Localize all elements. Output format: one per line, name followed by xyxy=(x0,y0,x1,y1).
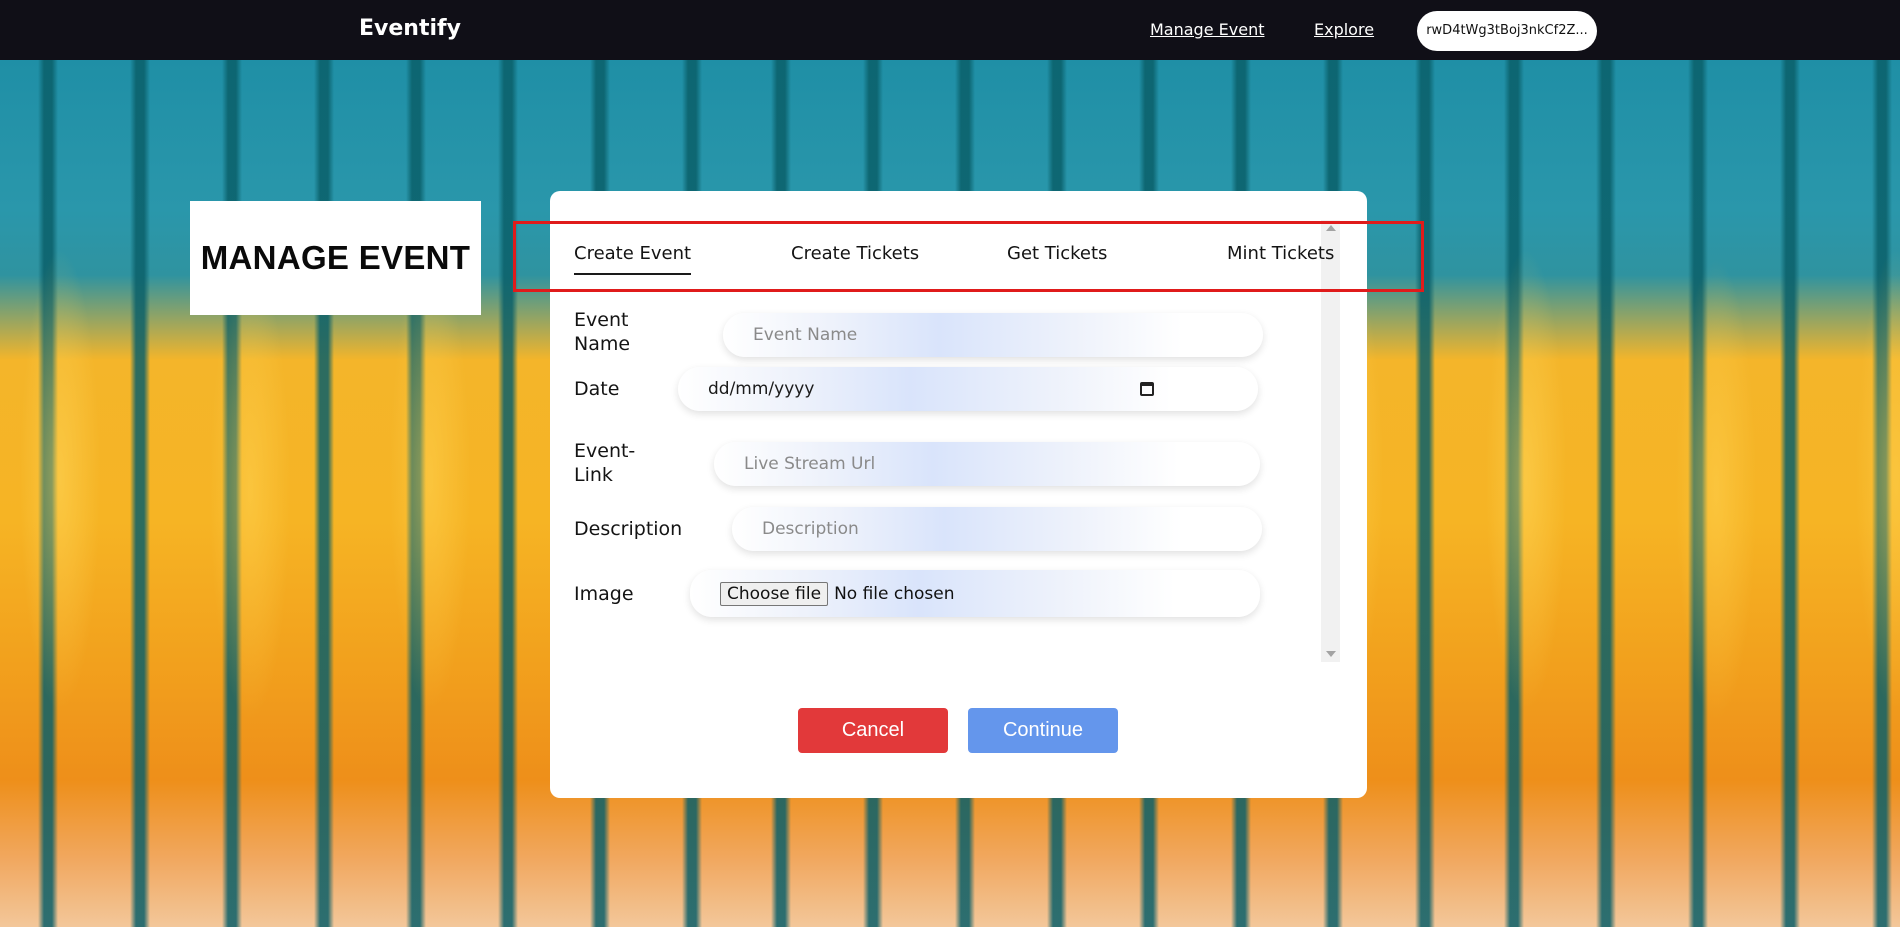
nav-link-manage-event[interactable]: Manage Event xyxy=(1150,20,1264,39)
card-scrollbar[interactable] xyxy=(1321,220,1340,662)
page-title: MANAGE EVENT xyxy=(200,239,471,276)
tab-bar: Create Event Create Tickets Get Tickets … xyxy=(574,243,1334,293)
page-title-box: MANAGE EVENT xyxy=(190,201,481,315)
description-input[interactable] xyxy=(732,507,1262,551)
continue-button[interactable]: Continue xyxy=(968,708,1118,753)
image-file-input: Choose file No file chosen xyxy=(690,570,1260,617)
background-tile xyxy=(1466,60,1900,927)
date-value: dd/mm/yyyy xyxy=(708,379,815,399)
description-label: Description xyxy=(574,518,683,540)
file-status-text: No file chosen xyxy=(834,583,955,604)
event-link-label: Event-Link xyxy=(574,440,636,486)
manage-event-card: Create Event Create Tickets Get Tickets … xyxy=(550,191,1367,798)
scroll-down-arrow-icon[interactable] xyxy=(1326,651,1336,657)
brand-logo[interactable]: Eventify xyxy=(359,16,461,41)
top-navbar: Eventify Manage Event Explore rwD4tWg3tB… xyxy=(0,0,1900,60)
event-name-label: Event Name xyxy=(574,309,631,355)
choose-file-button[interactable]: Choose file xyxy=(720,581,829,606)
wallet-address-button[interactable]: rwD4tWg3tBoj3nkCf2Z... xyxy=(1417,11,1597,51)
image-label: Image xyxy=(574,583,634,605)
event-name-input[interactable] xyxy=(723,313,1263,357)
tab-create-event[interactable]: Create Event xyxy=(574,243,692,275)
date-label: Date xyxy=(574,378,620,400)
date-input[interactable]: dd/mm/yyyy xyxy=(678,367,1258,411)
cancel-button[interactable]: Cancel xyxy=(798,708,948,753)
tab-create-tickets[interactable]: Create Tickets xyxy=(791,243,919,264)
nav-link-explore[interactable]: Explore xyxy=(1314,20,1374,39)
event-link-input[interactable] xyxy=(714,442,1260,486)
tab-get-tickets[interactable]: Get Tickets xyxy=(1007,243,1107,264)
scroll-up-arrow-icon[interactable] xyxy=(1326,225,1336,231)
calendar-icon[interactable] xyxy=(1140,382,1154,396)
tab-mint-tickets[interactable]: Mint Tickets xyxy=(1227,243,1334,264)
